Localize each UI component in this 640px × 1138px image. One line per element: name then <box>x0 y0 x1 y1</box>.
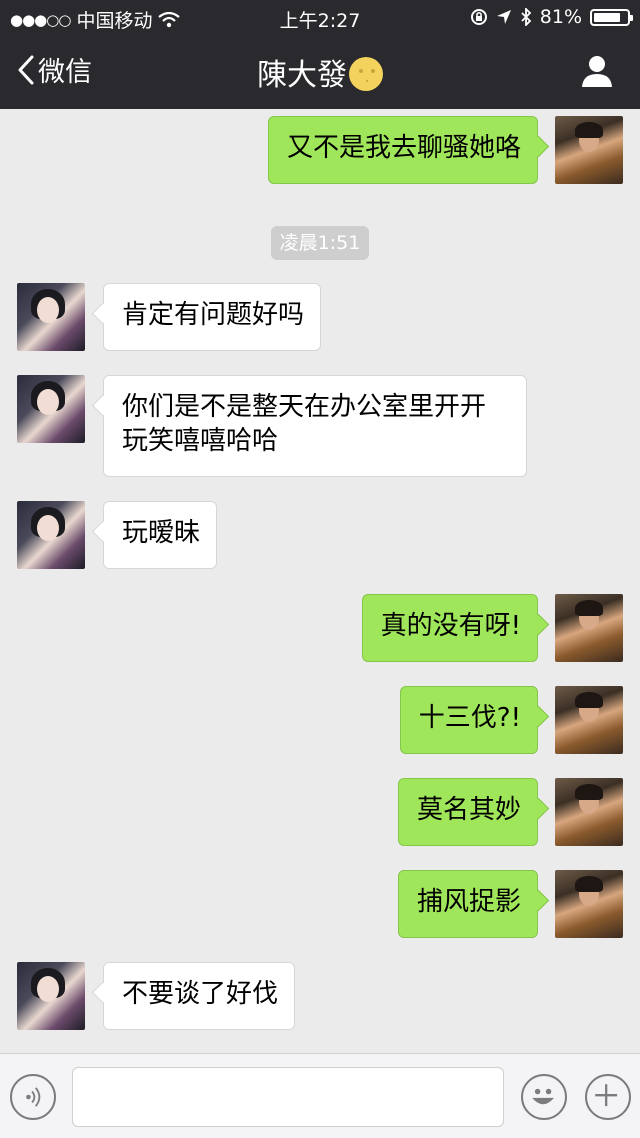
message-text: 莫名其妙 <box>416 795 521 825</box>
input-bar <box>0 1053 640 1138</box>
status-right: 81% <box>470 6 633 28</box>
status-bar: ●●●○○ 中国移动 上午2:27 81% <box>0 0 640 36</box>
battery-icon <box>590 8 633 26</box>
message-text: 玩暧昧 <box>122 518 201 548</box>
message-timestamp: 凌晨1:51 <box>271 226 369 260</box>
battery-percent: 81% <box>539 6 582 28</box>
message-text: 不要谈了好伐 <box>122 979 279 1009</box>
message-bubble-outgoing[interactable]: 真的没有呀! <box>361 594 538 662</box>
message-bubble-outgoing[interactable]: 又不是我去聊骚她咯 <box>267 116 538 184</box>
contact-avatar[interactable] <box>17 501 85 569</box>
location-icon <box>496 10 511 24</box>
message-text-line: 你们是不是整天在办公室里开开 <box>122 392 487 422</box>
voice-icon[interactable] <box>10 1074 56 1120</box>
my-avatar[interactable] <box>555 778 623 846</box>
message-bubble-outgoing[interactable]: 十三伐?! <box>399 686 538 754</box>
plus-icon[interactable] <box>585 1074 631 1120</box>
top-bar: ●●●○○ 中国移动 上午2:27 81% 微信 陳大發 <box>0 0 640 109</box>
message-text: 又不是我去聊骚她咯 <box>286 133 521 163</box>
message-text: 肯定有问题好吗 <box>122 300 305 330</box>
moon-face-icon <box>349 57 383 91</box>
nav-bar: 微信 陳大發 <box>0 38 640 108</box>
message-input[interactable] <box>72 1067 504 1127</box>
person-icon[interactable] <box>580 54 614 88</box>
battery-fill <box>594 12 620 22</box>
rotation-lock-icon <box>470 9 487 25</box>
message-text: 真的没有呀! <box>380 611 521 641</box>
message-text-line: 玩笑嘻嘻哈哈 <box>122 426 279 456</box>
message-bubble-incoming[interactable]: 玩暧昧 <box>103 501 218 569</box>
contact-avatar[interactable] <box>17 962 85 1030</box>
chat-title: 陳大發 <box>0 50 640 94</box>
message-bubble-incoming[interactable]: 肯定有问题好吗 <box>103 283 322 351</box>
my-avatar[interactable] <box>555 116 623 184</box>
bluetooth-icon <box>521 8 532 26</box>
message-bubble-incoming[interactable]: 不要谈了好伐 <box>103 962 296 1030</box>
contact-avatar[interactable] <box>17 375 85 443</box>
message-text: 十三伐?! <box>418 703 521 733</box>
contact-avatar[interactable] <box>17 283 85 351</box>
message-list[interactable]: 又不是我去聊骚她咯 凌晨1:51 肯定有问题好吗 你们是不是整天在办公室里开开 … <box>0 109 640 1053</box>
my-avatar[interactable] <box>555 686 623 754</box>
my-avatar[interactable] <box>555 870 623 938</box>
message-bubble-incoming[interactable]: 你们是不是整天在办公室里开开 玩笑嘻嘻哈哈 <box>103 375 527 477</box>
emoji-icon[interactable] <box>521 1074 567 1120</box>
message-text: 捕风捉影 <box>416 887 521 917</box>
my-avatar[interactable] <box>555 594 623 662</box>
contact-name: 陳大發 <box>257 58 347 93</box>
message-bubble-outgoing[interactable]: 捕风捉影 <box>397 870 538 938</box>
message-bubble-outgoing[interactable]: 莫名其妙 <box>397 778 538 846</box>
